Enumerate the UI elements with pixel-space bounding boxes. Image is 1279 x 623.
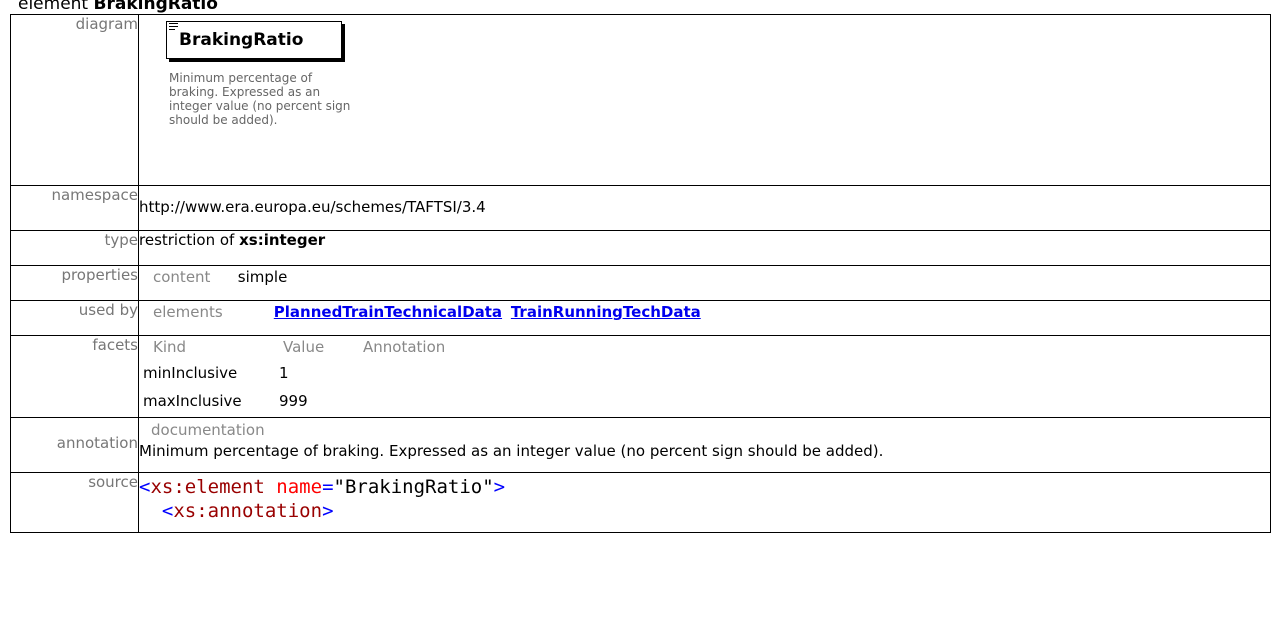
type-prefix: restriction of: [139, 231, 235, 249]
used-by-label: used by: [10, 300, 139, 336]
annotation-label: annotation: [10, 417, 139, 473]
facet-header-value: Value: [283, 338, 325, 356]
element-box-name: BrakingRatio: [179, 30, 304, 50]
properties-label: properties: [10, 265, 139, 301]
facet-row: maxInclusive 999: [139, 390, 1270, 412]
properties-cell: content simple: [138, 265, 1271, 301]
heading-element-name: BrakingRatio: [93, 0, 218, 14]
type-row: type restriction of xs:integer: [10, 230, 1271, 266]
properties-value: simple: [237, 268, 288, 286]
source-tag: xs:element: [150, 476, 265, 498]
namespace-row: namespace http://www.era.europa.eu/schem…: [10, 185, 1271, 231]
annotation-cell: documentation Minimum percentage of brak…: [138, 417, 1271, 473]
properties-key: content: [153, 268, 211, 286]
source-code: <xs:element name="BrakingRatio"> <xs:ann…: [139, 476, 506, 522]
diagram-documentation: Minimum percentage of braking. Expressed…: [169, 71, 351, 127]
source-attr: name: [276, 476, 323, 498]
diagram-label: diagram: [10, 14, 139, 186]
annotation-text: Minimum percentage of braking. Expressed…: [139, 442, 884, 460]
used-by-key: elements: [153, 303, 223, 321]
facets-row: facets Kind Value Annotation minInclusive 1…: [10, 335, 1271, 418]
source-cell: <xs:element name="BrakingRatio"> <xs:ann…: [138, 472, 1271, 533]
facet-row: minInclusive 1: [139, 362, 1270, 384]
properties-row: properties content simple: [10, 265, 1271, 301]
diagram-row: diagram BrakingRatio Minimum percentage …: [10, 14, 1271, 186]
schema-diagram: BrakingRatio Minimum percentage of braki…: [139, 15, 1270, 175]
annotation-doc-label: documentation: [151, 421, 265, 439]
element-box[interactable]: BrakingRatio: [166, 21, 342, 59]
facets-label: facets: [10, 335, 139, 418]
annotation-row: annotation documentation Minimum percent…: [10, 417, 1271, 473]
facets-header: Kind Value Annotation: [153, 338, 1270, 356]
used-by-link-train-running[interactable]: TrainRunningTechData: [511, 303, 701, 321]
source-attr-value: "BrakingRatio": [333, 476, 494, 498]
source-tag: xs:annotation: [173, 500, 323, 522]
diagram-cell: BrakingRatio Minimum percentage of braki…: [138, 14, 1271, 186]
namespace-label: namespace: [10, 185, 139, 231]
facet-value: 999: [279, 392, 308, 410]
used-by-row: used by elements PlannedTrainTechnicalDa…: [10, 300, 1271, 336]
facets-table: Kind Value Annotation minInclusive 1 maxInc…: [139, 338, 1270, 412]
type-cell: restriction of xs:integer: [138, 230, 1271, 266]
facets-cell: Kind Value Annotation minInclusive 1 maxInc…: [138, 335, 1271, 418]
type-label: type: [10, 230, 139, 266]
source-label: source: [10, 472, 139, 533]
facet-value: 1: [279, 364, 289, 382]
element-doc-table: diagram BrakingRatio Minimum percentage …: [10, 14, 1271, 533]
page-heading: element BrakingRatio: [18, 0, 218, 14]
namespace-value: http://www.era.europa.eu/schemes/TAFTSI/…: [138, 185, 1271, 231]
type-base: xs:integer: [239, 231, 326, 249]
heading-prefix: element: [18, 0, 89, 14]
facet-header-kind: Kind: [153, 338, 187, 356]
source-row: source <xs:element name="BrakingRatio"> …: [10, 472, 1271, 533]
used-by-link-planned-train[interactable]: PlannedTrainTechnicalData: [274, 303, 502, 321]
element-content-icon: [169, 23, 178, 33]
facet-kind: minInclusive: [143, 364, 238, 382]
facet-header-annotation: Annotation: [363, 338, 446, 356]
used-by-cell: elements PlannedTrainTechnicalData Train…: [138, 300, 1271, 336]
facet-kind: maxInclusive: [143, 392, 242, 410]
